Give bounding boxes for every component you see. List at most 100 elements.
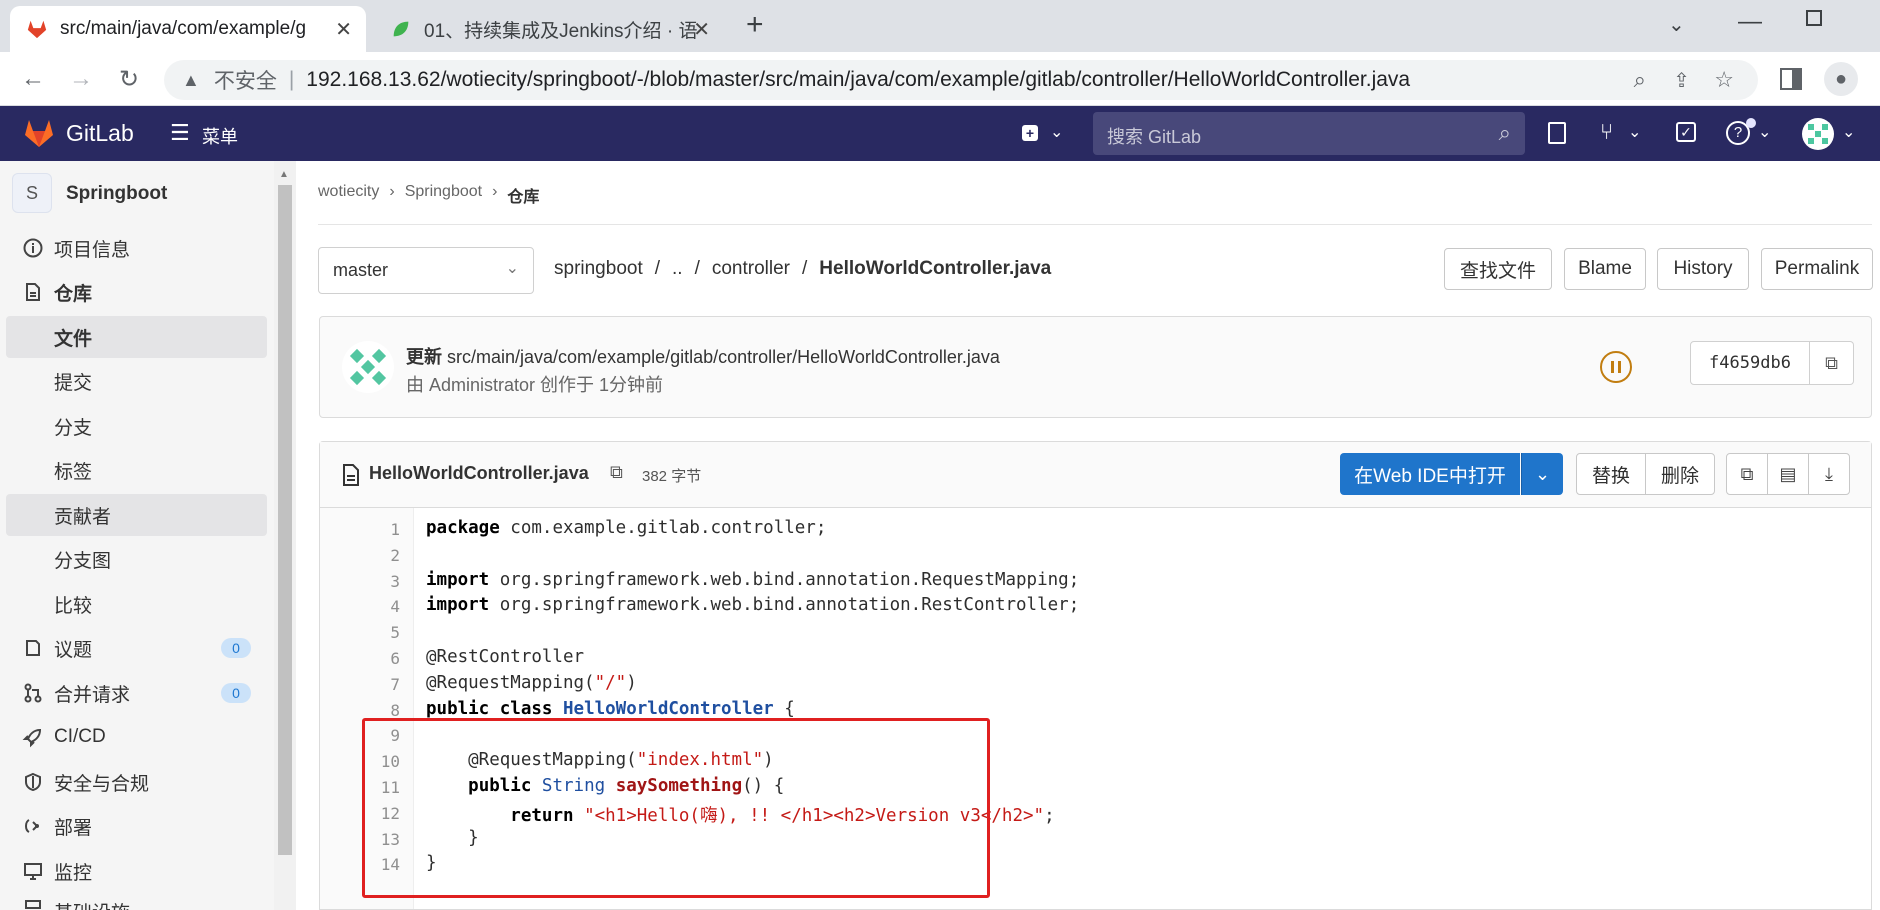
copy-sha-icon[interactable]: ⧉ [1810, 341, 1854, 385]
menu-label[interactable]: 菜单 [202, 123, 238, 149]
project-sidebar: S Springboot 项目信息 仓库 文件 提交 分支 标签 贡献者 分支图… [0, 161, 296, 910]
gitlab-header: GitLab ☰ 菜单 + ⌄ 搜索 GitLab ⌕ ⑂ ⌄ ✓ ? ⌄ ⌄ [0, 106, 1880, 161]
commit-title[interactable]: 更新 src/main/java/com/example/gitlab/cont… [406, 343, 1000, 369]
browser-tab-active[interactable]: src/main/java/com/example/g ✕ [10, 6, 366, 52]
scrollbar-thumb[interactable] [278, 185, 292, 855]
pipeline-paused-icon[interactable] [1600, 351, 1632, 383]
infra-icon [25, 900, 41, 909]
sidebar-item-tags[interactable]: 标签 [6, 449, 267, 491]
gitlab-brand[interactable]: GitLab [66, 120, 134, 147]
ide-dropdown-chevron-icon[interactable]: ⌄ [1521, 453, 1563, 495]
blame-button[interactable]: Blame [1564, 248, 1646, 290]
sidebar-item-label: 监控 [54, 862, 93, 884]
sidebar-item-issues[interactable]: 议题 0 [6, 627, 267, 669]
search-box[interactable]: 搜索 GitLab ⌕ [1093, 112, 1525, 155]
profile-icon[interactable]: ● [1824, 62, 1858, 96]
path-segment[interactable]: .. [672, 258, 683, 280]
replace-button[interactable]: 替换 [1576, 453, 1646, 495]
path-segment[interactable]: controller [712, 258, 790, 280]
find-file-button[interactable]: 查找文件 [1444, 248, 1552, 290]
sidebar-item-files[interactable]: 文件 [6, 316, 267, 358]
merge-requests-icon[interactable]: ⑂ [1600, 119, 1613, 145]
browser-tab[interactable]: 01、持续集成及Jenkins介绍 · 语 ✕ [374, 6, 724, 52]
commit-sha[interactable]: f4659db6 [1690, 341, 1810, 385]
sidebar-item-branches[interactable]: 分支 [6, 405, 267, 447]
breadcrumb-item-project[interactable]: Springboot [405, 183, 482, 207]
path-segment[interactable]: springboot [554, 258, 643, 280]
chevron-down-icon[interactable]: ⌄ [1050, 122, 1063, 142]
merge-icon [24, 683, 42, 703]
file-viewer: HelloWorldController.java ⧉ 382 字节 在Web … [319, 441, 1872, 910]
sidebar-item-label: 比较 [54, 595, 93, 617]
bookmark-star-icon[interactable]: ☆ [1714, 67, 1734, 93]
code-line: package com.example.gitlab.controller; [426, 518, 827, 538]
chevron-down-icon[interactable]: ⌄ [1758, 122, 1771, 142]
forward-icon[interactable]: → [64, 62, 98, 96]
sidebar-item-graph[interactable]: 分支图 [6, 538, 267, 580]
chevron-down-icon[interactable]: ⌄ [1842, 122, 1855, 142]
user-avatar[interactable] [1802, 118, 1834, 150]
sidebar-item-compare[interactable]: 比较 [6, 583, 267, 625]
permalink-button[interactable]: Permalink [1761, 248, 1873, 290]
download-icon[interactable]: ⤓ [1808, 453, 1850, 495]
close-tab-icon[interactable]: ✕ [335, 17, 352, 42]
todo-icon[interactable] [1548, 122, 1566, 144]
url-box[interactable]: ▲ 不安全 | 192.168.13.62/wotiecity/springbo… [164, 60, 1758, 100]
sidebar-item-project-info[interactable]: 项目信息 [6, 227, 267, 269]
raw-file-icon[interactable]: ▤ [1767, 453, 1809, 495]
line-number[interactable]: 3 [340, 572, 400, 591]
new-tab-button[interactable]: + [746, 8, 764, 42]
side-panel-icon[interactable] [1780, 68, 1802, 90]
divider [318, 224, 1872, 225]
sidebar-item-merge-requests[interactable]: 合并请求 0 [6, 672, 267, 714]
project-name[interactable]: Springboot [66, 183, 167, 205]
reload-icon[interactable]: ↻ [112, 62, 146, 96]
zoom-icon[interactable]: ⌕ [1634, 67, 1646, 93]
back-icon[interactable]: ← [16, 62, 50, 96]
breadcrumb-item-group[interactable]: wotiecity [318, 183, 379, 207]
line-number[interactable]: 8 [340, 701, 400, 720]
line-number[interactable]: 7 [340, 675, 400, 694]
info-icon [23, 238, 43, 258]
chevron-down-icon[interactable]: ⌄ [1628, 122, 1641, 142]
sidebar-item-contributors[interactable]: 贡献者 [6, 494, 267, 536]
line-number[interactable]: 4 [340, 597, 400, 616]
url-text[interactable]: 192.168.13.62/wotiecity/springboot/-/blo… [306, 68, 1410, 92]
close-tab-icon[interactable]: ✕ [693, 17, 710, 42]
breadcrumb-item-current[interactable]: 仓库 [507, 183, 539, 207]
hamburger-icon[interactable]: ☰ [170, 120, 190, 146]
line-number[interactable]: 2 [340, 546, 400, 565]
address-bar: ← → ↻ ▲ 不安全 | 192.168.13.62/wotiecity/sp… [0, 52, 1880, 106]
line-number[interactable]: 6 [340, 649, 400, 668]
commit-meta: 由 Administrator 创作于 1分钟前 [406, 375, 664, 395]
sidebar-item-infrastructure[interactable]: 基础设施 [6, 894, 267, 910]
tab-search-icon[interactable]: ⌄ [1668, 12, 1685, 37]
branch-selector[interactable]: master ⌄ [318, 247, 534, 294]
sidebar-item-commits[interactable]: 提交 [6, 360, 267, 402]
sidebar-item-repository[interactable]: 仓库 [6, 271, 267, 313]
search-input[interactable]: 搜索 GitLab [1107, 123, 1201, 149]
line-number[interactable]: 1 [340, 520, 400, 539]
sidebar-item-deployments[interactable]: 部署 [6, 805, 267, 847]
sidebar-item-label: 贡献者 [54, 506, 112, 528]
gitlab-logo-icon[interactable] [22, 116, 56, 150]
breadcrumb: wotiecity › Springboot › 仓库 [318, 183, 539, 207]
history-button[interactable]: History [1657, 248, 1749, 290]
minimize-icon[interactable]: — [1738, 8, 1762, 36]
sidebar-item-security[interactable]: 安全与合规 [6, 761, 267, 803]
code-line: import org.springframework.web.bind.anno… [426, 569, 1080, 590]
commit-author-avatar[interactable] [342, 341, 394, 393]
line-number[interactable]: 5 [340, 623, 400, 642]
sidebar-scrollbar[interactable]: ▲ [274, 161, 296, 910]
open-web-ide-button[interactable]: 在Web IDE中打开 [1340, 453, 1520, 495]
delete-button[interactable]: 删除 [1645, 453, 1715, 495]
copy-contents-icon[interactable]: ⧉ [1726, 453, 1768, 495]
share-icon[interactable]: ⇪ [1673, 68, 1690, 93]
copy-path-icon[interactable]: ⧉ [610, 462, 623, 483]
sidebar-item-cicd[interactable]: CI/CD [6, 716, 267, 758]
issues-check-icon[interactable]: ✓ [1676, 122, 1696, 142]
restore-icon[interactable] [1806, 10, 1822, 26]
sidebar-item-monitor[interactable]: 监控 [6, 850, 267, 892]
project-avatar[interactable]: S [12, 173, 52, 213]
new-item-icon[interactable]: + [1022, 125, 1038, 141]
